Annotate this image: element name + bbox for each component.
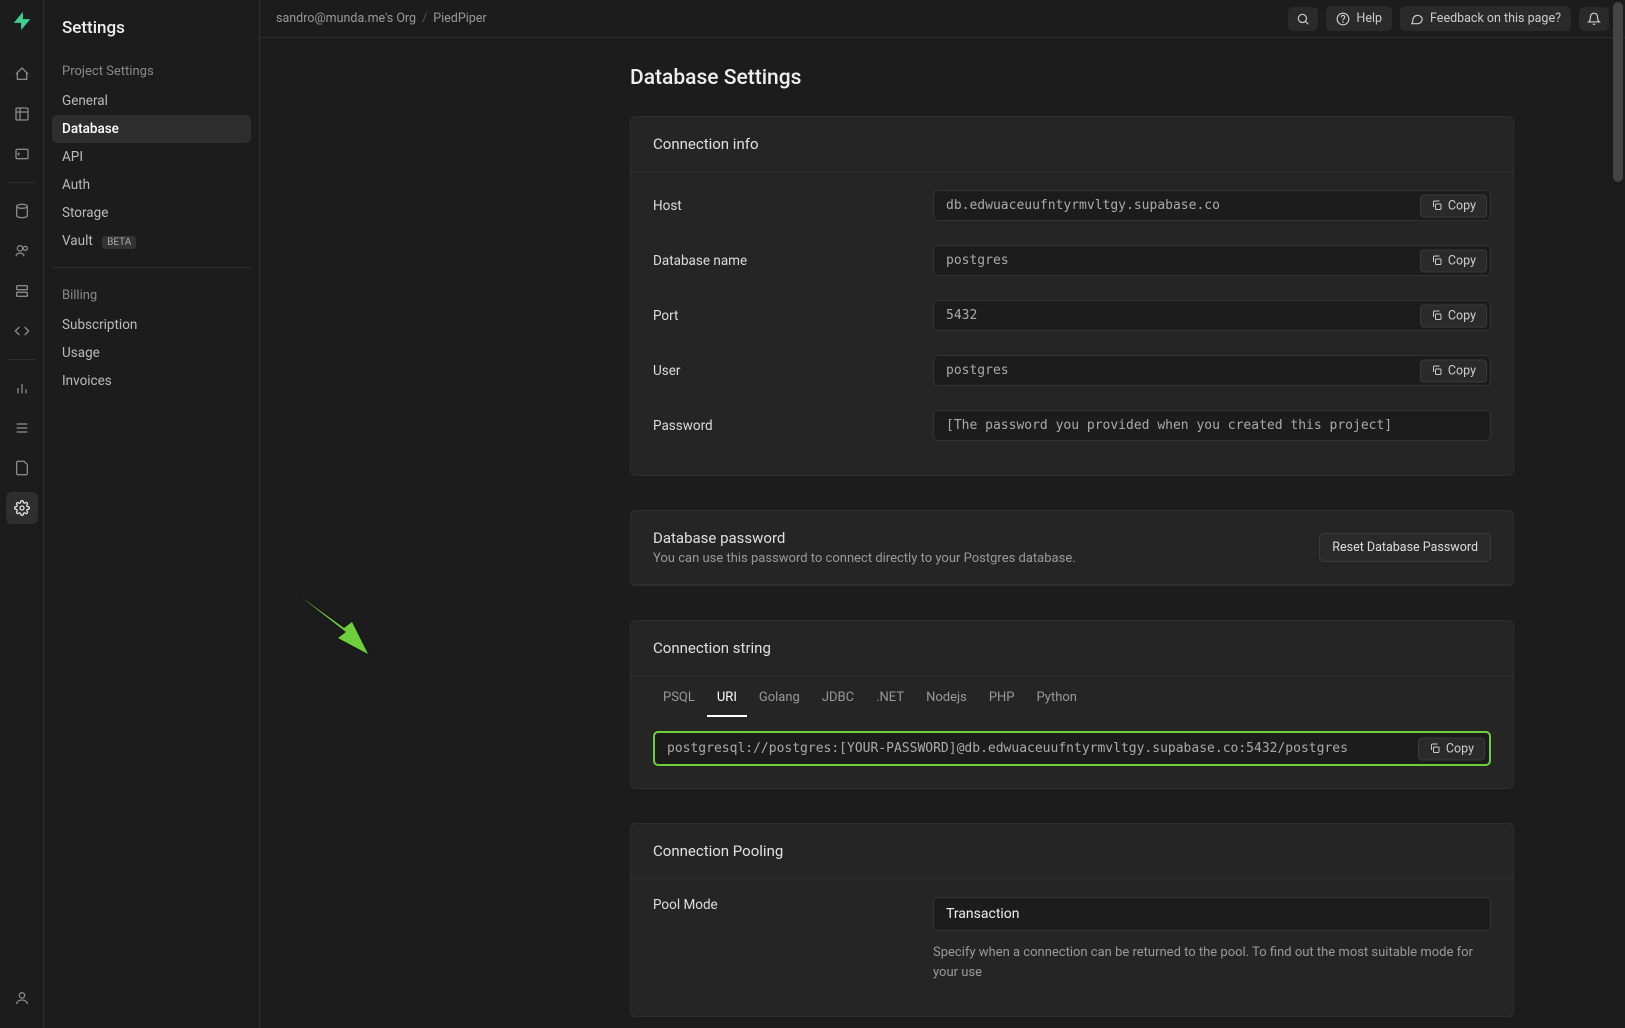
password-input[interactable] xyxy=(933,410,1491,441)
connection-info-title: Connection info xyxy=(631,117,1513,172)
user-input[interactable] xyxy=(933,355,1491,386)
tab-psql[interactable]: PSQL xyxy=(653,676,705,717)
db-password-title: Database password xyxy=(653,529,1076,547)
host-label: Host xyxy=(653,198,933,214)
copy-host-button[interactable]: Copy xyxy=(1420,194,1487,217)
connection-string-title: Connection string xyxy=(631,621,1513,676)
pool-mode-select[interactable]: Transaction xyxy=(933,897,1491,931)
sidebar-item-auth[interactable]: Auth xyxy=(52,171,251,199)
api-docs-icon[interactable] xyxy=(6,452,38,484)
search-button[interactable] xyxy=(1288,7,1318,31)
edge-functions-icon[interactable] xyxy=(6,315,38,347)
sidebar-item-usage[interactable]: Usage xyxy=(52,339,251,367)
storage-icon[interactable] xyxy=(6,275,38,307)
sidebar-item-invoices[interactable]: Invoices xyxy=(52,367,251,395)
dbname-label: Database name xyxy=(653,253,933,269)
sidebar-section-project: Project Settings xyxy=(52,56,251,87)
sidebar-item-storage[interactable]: Storage xyxy=(52,199,251,227)
breadcrumb: sandro@munda.me's Org / PiedPiper xyxy=(276,11,487,26)
tab-golang[interactable]: Golang xyxy=(749,676,810,717)
breadcrumb-project[interactable]: PiedPiper xyxy=(433,11,486,26)
feedback-button[interactable]: Feedback on this page? xyxy=(1400,6,1571,31)
content: Database Settings Connection info Host C… xyxy=(260,38,1625,1028)
copy-dbname-button[interactable]: Copy xyxy=(1420,249,1487,272)
sidebar-title: Settings xyxy=(52,14,251,56)
tab-uri[interactable]: URI xyxy=(707,676,747,717)
help-icon xyxy=(1336,12,1350,26)
password-label: Password xyxy=(653,418,933,434)
scrollbar[interactable] xyxy=(1613,2,1623,182)
copy-icon xyxy=(1431,200,1443,212)
auth-icon[interactable] xyxy=(6,235,38,267)
copy-icon xyxy=(1431,310,1443,322)
settings-icon[interactable] xyxy=(6,492,38,524)
host-input[interactable] xyxy=(933,190,1491,221)
copy-icon xyxy=(1431,255,1443,267)
tab-dotnet[interactable]: .NET xyxy=(866,676,914,717)
sidebar-section-billing: Billing xyxy=(52,280,251,311)
supabase-logo-icon xyxy=(11,10,33,32)
sidebar-item-vault[interactable]: Vault BETA xyxy=(52,227,251,255)
copy-user-button[interactable]: Copy xyxy=(1420,359,1487,382)
reset-password-button[interactable]: Reset Database Password xyxy=(1319,533,1491,562)
page-title: Database Settings xyxy=(630,66,1514,90)
chat-icon xyxy=(1410,12,1424,26)
user-label: User xyxy=(653,363,933,379)
main: sandro@munda.me's Org / PiedPiper Help F… xyxy=(260,0,1625,1028)
sidebar-item-database[interactable]: Database xyxy=(52,115,251,143)
tab-python[interactable]: Python xyxy=(1027,676,1087,717)
sql-editor-icon[interactable] xyxy=(6,138,38,170)
connection-pooling-title: Connection Pooling xyxy=(631,824,1513,879)
tab-nodejs[interactable]: Nodejs xyxy=(916,676,977,717)
pool-mode-label: Pool Mode xyxy=(653,897,933,913)
breadcrumb-org[interactable]: sandro@munda.me's Org xyxy=(276,11,416,26)
connection-pooling-panel: Connection Pooling Pool Mode Transaction… xyxy=(630,823,1514,1017)
nav-rail xyxy=(0,0,44,1028)
home-icon[interactable] xyxy=(6,58,38,90)
settings-sidebar: Settings Project Settings General Databa… xyxy=(44,0,260,1028)
table-editor-icon[interactable] xyxy=(6,98,38,130)
copy-icon xyxy=(1431,365,1443,377)
logs-icon[interactable] xyxy=(6,412,38,444)
tab-php[interactable]: PHP xyxy=(979,676,1025,717)
copy-connection-string-button[interactable]: Copy xyxy=(1418,737,1485,760)
help-button[interactable]: Help xyxy=(1326,6,1392,31)
sidebar-item-general[interactable]: General xyxy=(52,87,251,115)
beta-badge: BETA xyxy=(102,236,136,249)
connection-string-tabs: PSQL URI Golang JDBC .NET Nodejs PHP Pyt… xyxy=(631,676,1513,717)
copy-icon xyxy=(1429,743,1441,755)
reports-icon[interactable] xyxy=(6,372,38,404)
pool-mode-help: Specify when a connection can be returne… xyxy=(933,943,1491,982)
connection-string-input[interactable] xyxy=(655,733,1489,764)
port-input[interactable] xyxy=(933,300,1491,331)
connection-string-panel: Connection string PSQL URI Golang JDBC .… xyxy=(630,620,1514,789)
dbname-input[interactable] xyxy=(933,245,1491,276)
database-icon[interactable] xyxy=(6,195,38,227)
notifications-button[interactable] xyxy=(1579,7,1609,31)
copy-port-button[interactable]: Copy xyxy=(1420,304,1487,327)
connection-info-panel: Connection info Host Copy Database name xyxy=(630,116,1514,476)
sidebar-item-subscription[interactable]: Subscription xyxy=(52,311,251,339)
db-password-panel: Database password You can use this passw… xyxy=(630,510,1514,586)
sidebar-item-api[interactable]: API xyxy=(52,143,251,171)
port-label: Port xyxy=(653,308,933,324)
tab-jdbc[interactable]: JDBC xyxy=(812,676,864,717)
db-password-subtitle: You can use this password to connect dir… xyxy=(653,551,1076,566)
user-account-icon[interactable] xyxy=(6,982,38,1014)
topbar: sandro@munda.me's Org / PiedPiper Help F… xyxy=(260,0,1625,38)
